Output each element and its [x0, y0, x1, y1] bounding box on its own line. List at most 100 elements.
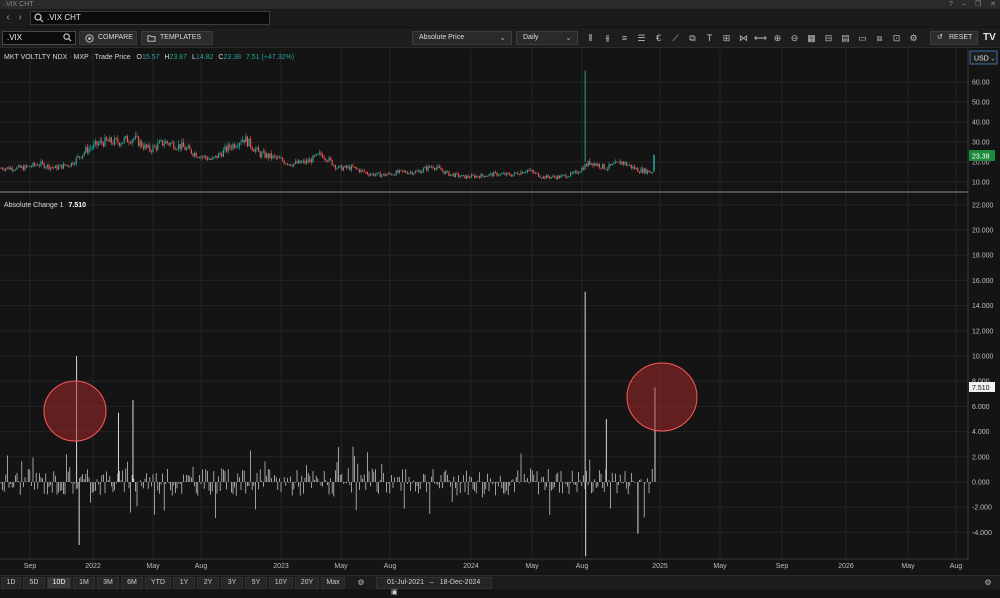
- symbol-input[interactable]: .VIX: [2, 31, 76, 45]
- candle-body: [390, 173, 392, 175]
- candle-body: [525, 172, 527, 173]
- range-button-3m[interactable]: 3M: [97, 577, 119, 589]
- panels-icon[interactable]: ▤: [837, 32, 854, 44]
- reset-button[interactable]: ↺ RESET: [930, 31, 978, 45]
- line-style-icon[interactable]: ≡: [616, 32, 633, 44]
- measure-icon[interactable]: ⟷: [752, 32, 769, 44]
- indicators-icon[interactable]: ☰: [633, 32, 650, 44]
- candle-body: [114, 138, 116, 145]
- minimize-icon[interactable]: –: [962, 0, 966, 9]
- fib-icon[interactable]: ⊞: [718, 32, 735, 44]
- range-button-ytd[interactable]: YTD: [145, 577, 171, 589]
- candle-body: [280, 158, 282, 160]
- candle-body: [189, 146, 191, 150]
- candle-body: [317, 154, 319, 155]
- chevron-right-icon[interactable]: ›: [14, 12, 26, 24]
- candle-body: [98, 143, 100, 146]
- command-input[interactable]: .VIX CHT: [30, 11, 270, 25]
- close-icon[interactable]: ✕: [990, 0, 996, 9]
- settings-icon[interactable]: ⚙: [905, 32, 922, 44]
- candle-body: [194, 152, 196, 156]
- candle-body: [651, 172, 653, 174]
- range-button-6m[interactable]: 6M: [121, 577, 143, 589]
- settings-icon[interactable]: ⚙: [982, 577, 994, 589]
- candle-body: [14, 169, 16, 171]
- compare-button[interactable]: COMPARE: [79, 31, 137, 45]
- range-button-3y[interactable]: 3Y: [221, 577, 243, 589]
- range-button-5y[interactable]: 5Y: [245, 577, 267, 589]
- candle-body: [629, 164, 631, 166]
- candle-body: [496, 172, 498, 176]
- candle-body: [261, 152, 263, 157]
- range-button-1d[interactable]: 1D: [1, 577, 21, 589]
- layout-icon[interactable]: ▦: [803, 32, 820, 44]
- time-axis-label: Aug: [576, 563, 589, 570]
- candle-body: [418, 170, 420, 172]
- candle-body: [427, 165, 429, 171]
- candle-body: [376, 172, 378, 175]
- trendline-icon[interactable]: ⟋: [667, 32, 684, 44]
- zoom-out-icon[interactable]: ⊖: [786, 32, 803, 44]
- screenshot-icon[interactable]: ▭: [854, 32, 871, 44]
- chevron-down-icon: ⌄: [990, 56, 996, 63]
- search-icon[interactable]: [63, 33, 72, 42]
- date-range-picker[interactable]: 01-Jul-2021 – 18-Dec-2024 ▣: [376, 577, 492, 596]
- candle-body: [259, 151, 261, 157]
- candle-body: [67, 165, 69, 167]
- candles: [0, 70, 655, 181]
- range-bar: 1D 5D 10D 1M 3M 6M YTD 1Y 2Y 3Y 5Y 10Y 20Y Max ⚙ 01-J…: [0, 575, 1000, 596]
- candle-style-icon[interactable]: ⫵: [599, 32, 616, 44]
- range-button-max[interactable]: Max: [321, 577, 345, 589]
- candle-body: [120, 143, 122, 146]
- candle-body: [318, 152, 320, 155]
- candle-body: [643, 168, 645, 174]
- candle-body: [171, 142, 173, 144]
- candle-body: [478, 176, 480, 179]
- candle-body: [555, 177, 557, 179]
- candle-body: [264, 151, 266, 158]
- help-icon[interactable]: ?: [949, 0, 953, 9]
- candle-body: [336, 168, 338, 169]
- indicator-axis-label: 6.000: [972, 404, 990, 411]
- range-button-1m[interactable]: 1M: [73, 577, 95, 589]
- interval-select[interactable]: Daily ⌄: [516, 31, 578, 45]
- candle-body: [256, 147, 258, 150]
- candle-body: [246, 136, 248, 147]
- templates-button[interactable]: TEMPLATES: [141, 31, 213, 45]
- candle-body: [544, 176, 546, 179]
- bar-style-icon[interactable]: ⫴: [582, 32, 599, 44]
- range-button-20y[interactable]: 20Y: [295, 577, 319, 589]
- crosshair-icon[interactable]: ⊡: [888, 32, 905, 44]
- restore-icon[interactable]: ❐: [975, 0, 981, 9]
- range-button-10d[interactable]: 10D: [47, 577, 71, 589]
- candle-body: [563, 174, 565, 176]
- currency-icon[interactable]: €: [650, 32, 667, 44]
- range-button-2y[interactable]: 2Y: [197, 577, 219, 589]
- share-icon[interactable]: ⧈: [871, 32, 888, 44]
- table-icon[interactable]: ⊟: [820, 32, 837, 44]
- candle-body: [155, 146, 157, 150]
- chart-area[interactable]: 60.0050.0040.0030.0020.0010.00 22.00020.…: [0, 49, 1000, 575]
- candle-body: [630, 164, 632, 169]
- range-button-1y[interactable]: 1Y: [173, 577, 195, 589]
- candle-body: [378, 172, 380, 174]
- candle-body: [354, 167, 356, 168]
- range-button-5d[interactable]: 5D: [23, 577, 45, 589]
- gear-icon[interactable]: ⚙: [355, 577, 367, 589]
- chevron-left-icon[interactable]: ‹: [2, 12, 14, 24]
- candle-body: [152, 145, 154, 152]
- date-from: 01-Jul-2021: [387, 579, 424, 586]
- text-icon[interactable]: T: [701, 32, 718, 44]
- candle-body: [0, 168, 2, 169]
- candle-body: [480, 174, 482, 179]
- shapes-icon[interactable]: ⧉: [684, 32, 701, 44]
- range-button-10y[interactable]: 10Y: [269, 577, 293, 589]
- price-type-select[interactable]: Absolute Price ⌄: [412, 31, 512, 45]
- time-axis-label: Sep: [24, 563, 37, 570]
- currency-select[interactable]: USD ⌄: [969, 50, 998, 65]
- candle-body: [440, 167, 442, 171]
- candle-body: [56, 165, 58, 170]
- pattern-icon[interactable]: ⋈: [735, 32, 752, 44]
- candle-body: [267, 153, 269, 159]
- zoom-in-icon[interactable]: ⊕: [769, 32, 786, 44]
